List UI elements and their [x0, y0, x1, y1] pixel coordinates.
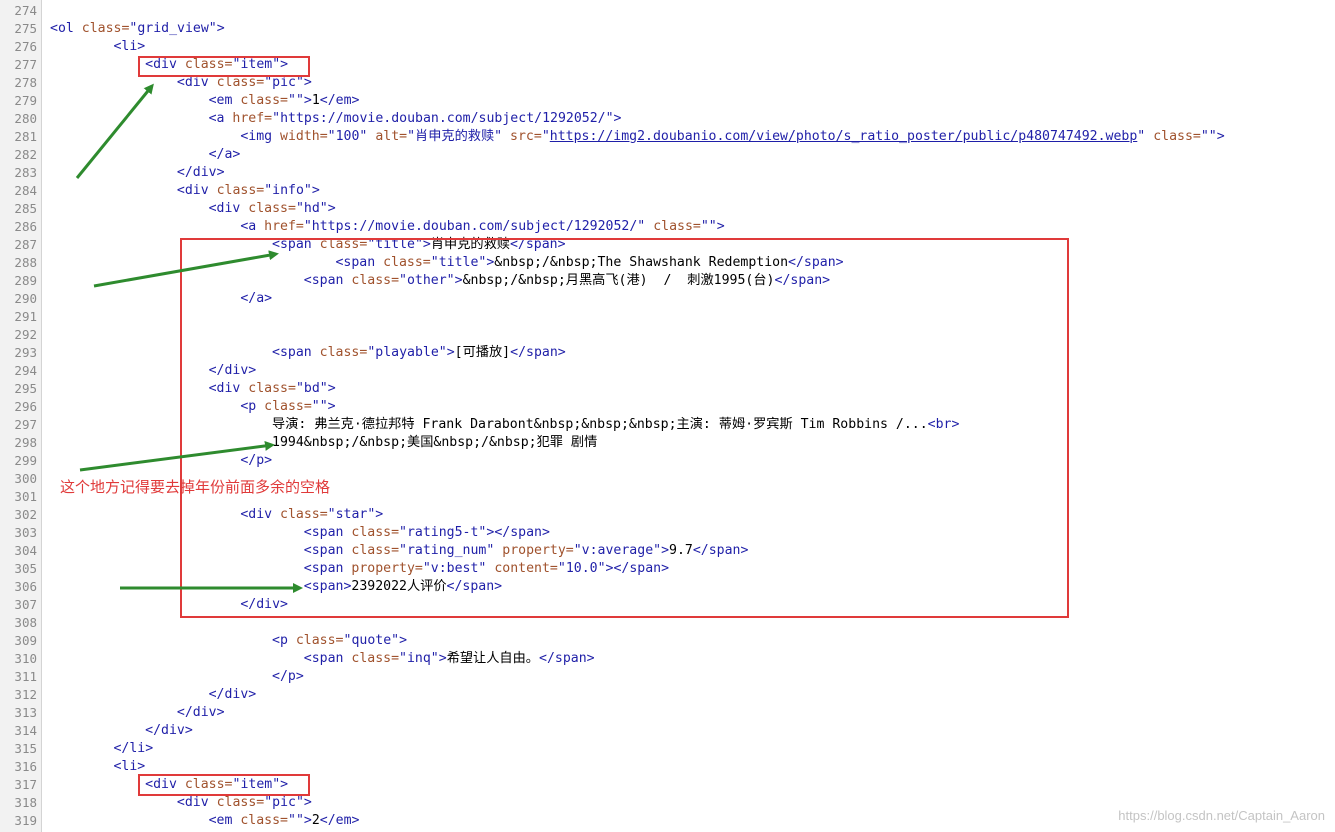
annotation-arrows	[75, 83, 303, 593]
arrow-to-item-1	[75, 83, 154, 179]
watermark: https://blog.csdn.net/Captain_Aaron	[1118, 808, 1325, 823]
arrow-to-year	[79, 440, 275, 472]
annotation-note: 这个地方记得要去掉年份前面多余的空格	[60, 478, 331, 496]
arrow-to-title	[93, 250, 279, 288]
